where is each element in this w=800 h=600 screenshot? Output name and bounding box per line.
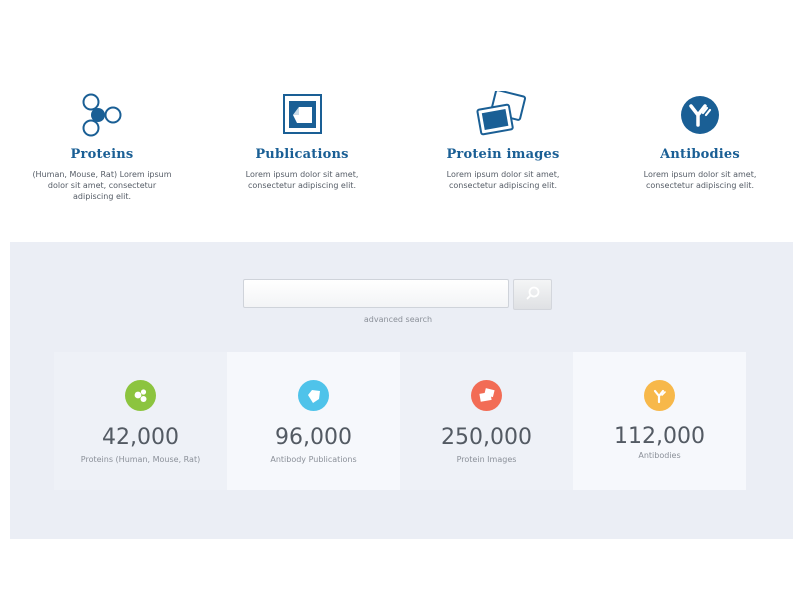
feature-title[interactable]: Proteins [12, 147, 192, 162]
stat-card-proteins[interactable]: 42,000 Proteins (Human, Mouse, Rat) [54, 352, 227, 490]
page: Proteins (Human, Mouse, Rat) Lorem ipsum… [0, 0, 800, 600]
feature-description: Lorem ipsum dolor sit amet, consectetur … [245, 170, 359, 190]
stat-value: 250,000 [441, 425, 532, 450]
stat-label: Proteins (Human, Mouse, Rat) [80, 455, 201, 464]
stat-value: 42,000 [102, 425, 179, 450]
feature-title[interactable]: Antibodies [610, 147, 790, 162]
stat-value: 96,000 [275, 425, 352, 450]
feature-title[interactable]: Publications [212, 147, 392, 162]
advanced-search-link[interactable]: advanced search [243, 315, 553, 324]
antibody-icon [610, 92, 790, 138]
antibody-icon [644, 380, 675, 411]
stat-value: 112,000 [614, 424, 705, 449]
feature-publications[interactable]: Publications Lorem ipsum dolor sit amet,… [212, 92, 392, 191]
publication-icon [298, 380, 329, 411]
feature-description: (Human, Mouse, Rat) Lorem ipsum dolor si… [32, 170, 172, 201]
search-input[interactable] [243, 279, 509, 308]
stat-label: Antibodies [638, 451, 681, 460]
stats-panel: 42,000 Proteins (Human, Mouse, Rat) 96,0… [54, 352, 748, 490]
images-icon [413, 91, 593, 138]
search-button[interactable] [513, 279, 552, 310]
stat-card-antibodies[interactable]: 112,000 Antibodies [573, 352, 746, 490]
search-band: advanced search 42,000 Proteins (Human, … [10, 242, 793, 539]
stat-card-publications[interactable]: 96,000 Antibody Publications [227, 352, 400, 490]
feature-antibodies[interactable]: Antibodies Lorem ipsum dolor sit amet, c… [610, 92, 790, 191]
molecule-icon [12, 92, 192, 138]
feature-protein-images[interactable]: Protein images Lorem ipsum dolor sit ame… [413, 91, 593, 191]
stat-label: Protein Images [456, 455, 517, 464]
publication-icon [212, 92, 392, 138]
feature-title[interactable]: Protein images [413, 147, 593, 162]
stat-label: Antibody Publications [270, 455, 357, 464]
images-icon [471, 380, 502, 411]
feature-row: Proteins (Human, Mouse, Rat) Lorem ipsum… [0, 0, 800, 240]
molecule-icon [125, 380, 156, 411]
search-icon [525, 285, 541, 304]
stat-card-protein-images[interactable]: 250,000 Protein Images [400, 352, 573, 490]
feature-description: Lorem ipsum dolor sit amet, consectetur … [446, 170, 560, 190]
feature-description: Lorem ipsum dolor sit amet, consectetur … [643, 170, 757, 190]
feature-proteins[interactable]: Proteins (Human, Mouse, Rat) Lorem ipsum… [12, 92, 192, 202]
